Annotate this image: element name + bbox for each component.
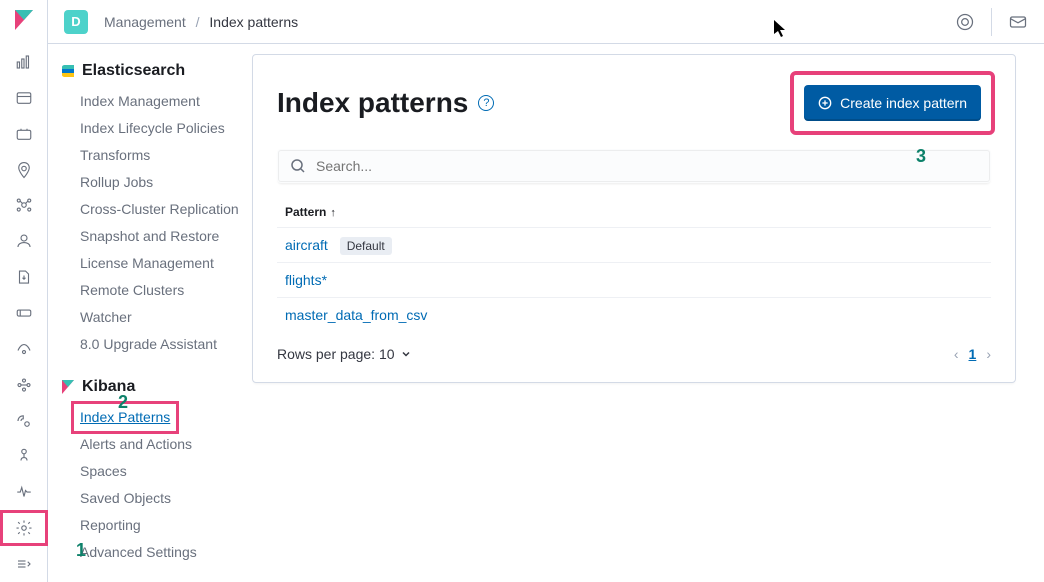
sidebar-item-index-management[interactable]: Index Management <box>80 88 252 115</box>
default-badge: Default <box>340 237 392 255</box>
create-highlight: Create index pattern <box>794 75 991 131</box>
table-row: master_data_from_csv <box>277 298 991 333</box>
management-sidebar: Elasticsearch Index Management Index Lif… <box>48 44 252 582</box>
maps-icon[interactable] <box>0 152 48 188</box>
breadcrumb: Management / Index patterns <box>104 14 298 30</box>
sidebar-item-ilm[interactable]: Index Lifecycle Policies <box>80 115 252 142</box>
pattern-link[interactable]: aircraft <box>285 237 328 253</box>
table-row: flights* <box>277 263 991 298</box>
discover-icon[interactable] <box>0 44 48 80</box>
patterns-table: Pattern↑ aircraft Default flights* maste… <box>277 197 991 332</box>
chevron-down-icon <box>401 349 411 359</box>
breadcrumb-separator: / <box>196 14 200 30</box>
sidebar-item-upgrade[interactable]: 8.0 Upgrade Assistant <box>80 331 252 358</box>
sidebar-item-alerts[interactable]: Alerts and Actions <box>80 431 252 458</box>
page-title: Index patterns <box>277 87 468 119</box>
left-nav-rail <box>0 0 48 582</box>
sidebar-section-kibana: Kibana Index Patterns Alerts and Actions… <box>60 378 252 566</box>
sidebar-item-saved-objects[interactable]: Saved Objects <box>80 485 252 512</box>
newsfeed-icon[interactable] <box>955 12 975 32</box>
siem-icon[interactable] <box>0 367 48 403</box>
table-row: aircraft Default <box>277 228 991 263</box>
sidebar-item-remote-clusters[interactable]: Remote Clusters <box>80 277 252 304</box>
uptime-icon[interactable] <box>0 331 48 367</box>
page-next-icon[interactable]: › <box>986 346 991 362</box>
sort-asc-icon: ↑ <box>330 207 336 219</box>
elasticsearch-icon <box>60 63 76 79</box>
breadcrumb-current: Index patterns <box>209 14 298 30</box>
table-footer: Rows per page: 10 ‹ 1 › <box>277 346 991 362</box>
column-header-pattern[interactable]: Pattern↑ <box>277 197 991 228</box>
breadcrumb-parent[interactable]: Management <box>104 14 186 30</box>
rows-per-page-selector[interactable]: Rows per page: 10 <box>277 346 411 362</box>
pattern-link[interactable]: master_data_from_csv <box>285 307 427 323</box>
kibana-icon <box>60 379 76 395</box>
ml-icon[interactable] <box>0 187 48 223</box>
search-box[interactable] <box>277 149 991 183</box>
pattern-link[interactable]: flights* <box>285 272 327 288</box>
search-icon <box>290 158 306 174</box>
sidebar-item-snapshot[interactable]: Snapshot and Restore <box>80 223 252 250</box>
management-icon[interactable] <box>0 510 48 546</box>
sidebar-item-ccr[interactable]: Cross-Cluster Replication <box>80 196 252 223</box>
kibana-logo-icon[interactable] <box>12 8 36 32</box>
index-patterns-card: Index patterns ? Create index pattern Pa… <box>252 54 1016 383</box>
apm-icon[interactable] <box>0 295 48 331</box>
page-number[interactable]: 1 <box>969 346 977 362</box>
sidebar-item-rollup[interactable]: Rollup Jobs <box>80 169 252 196</box>
help-icon[interactable]: ? <box>478 95 494 111</box>
top-header: D Management / Index patterns <box>48 0 1044 44</box>
sidebar-item-license[interactable]: License Management <box>80 250 252 277</box>
sidebar-section-title: Elasticsearch <box>82 62 185 80</box>
sidebar-item-reporting[interactable]: Reporting <box>80 512 252 539</box>
sidebar-item-spaces[interactable]: Spaces <box>80 458 252 485</box>
sidebar-section-elasticsearch: Elasticsearch Index Management Index Lif… <box>60 62 252 358</box>
pager: ‹ 1 › <box>954 346 991 362</box>
collapse-icon[interactable] <box>0 546 48 582</box>
infrastructure-icon[interactable] <box>0 223 48 259</box>
sidebar-item-advanced-settings[interactable]: Advanced Settings <box>80 539 252 566</box>
sidebar-item-transforms[interactable]: Transforms <box>80 142 252 169</box>
logs-icon[interactable] <box>0 259 48 295</box>
search-input[interactable] <box>316 158 978 174</box>
heartbeat-icon[interactable] <box>0 474 48 510</box>
annotation-3: 3 <box>916 146 926 167</box>
mail-icon[interactable] <box>1008 12 1028 32</box>
annotation-1: 1 <box>76 540 86 561</box>
dashboard-icon[interactable] <box>0 116 48 152</box>
divider <box>991 8 992 36</box>
space-selector[interactable]: D <box>64 10 88 34</box>
visualize-icon[interactable] <box>0 80 48 116</box>
dev-tools-icon[interactable] <box>0 403 48 439</box>
stack-monitoring-icon[interactable] <box>0 438 48 474</box>
create-index-pattern-button[interactable]: Create index pattern <box>804 85 981 121</box>
page-prev-icon[interactable]: ‹ <box>954 346 959 362</box>
sidebar-item-watcher[interactable]: Watcher <box>80 304 252 331</box>
create-button-label: Create index pattern <box>840 95 967 111</box>
annotation-2: 2 <box>118 392 128 413</box>
plus-circle-icon <box>818 96 832 110</box>
